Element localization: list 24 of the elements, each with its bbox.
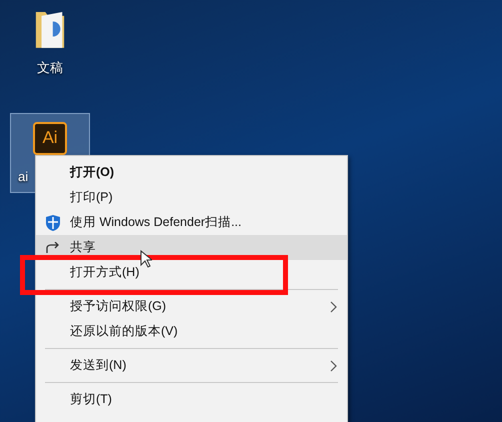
menu-item[interactable]: 授予访问权限(G) (36, 294, 347, 319)
menu-item-label: 授予访问权限(G) (70, 298, 166, 316)
menu-item-label: 使用 Windows Defender扫描... (70, 214, 242, 232)
menu-item-label: 打开(O) (70, 164, 114, 182)
desktop-icon[interactable]: 文稿 (10, 0, 90, 80)
menu-item[interactable]: 还原以前的版本(V) (36, 319, 347, 344)
desktop-icon[interactable]: Ai (10, 113, 90, 155)
menu-item-label: 共享 (70, 239, 96, 256)
menu-item-label: 打开方式(H) (70, 264, 140, 282)
cursor-icon (140, 250, 152, 268)
menu-item[interactable]: 打印(P) (36, 185, 347, 210)
menu-item[interactable]: 剪切(T) (36, 387, 347, 412)
icon-label: ai (10, 155, 35, 193)
menu-item-label: 发送到(N) (70, 357, 126, 374)
menu-item[interactable]: 打开(O) (36, 160, 347, 185)
menu-item[interactable]: 发送到(N) (36, 353, 347, 378)
menu-item-label: 还原以前的版本(V) (70, 323, 178, 340)
menu-item-label: 剪切(T) (70, 391, 112, 408)
menu-item[interactable]: 使用 Windows Defender扫描... (36, 210, 347, 235)
menu-item-label: 打印(P) (70, 189, 113, 206)
shield-icon (46, 214, 60, 230)
share-icon (46, 242, 60, 254)
icon-label: 文稿 (37, 59, 63, 77)
illustrator-file-icon: Ai (33, 122, 67, 155)
